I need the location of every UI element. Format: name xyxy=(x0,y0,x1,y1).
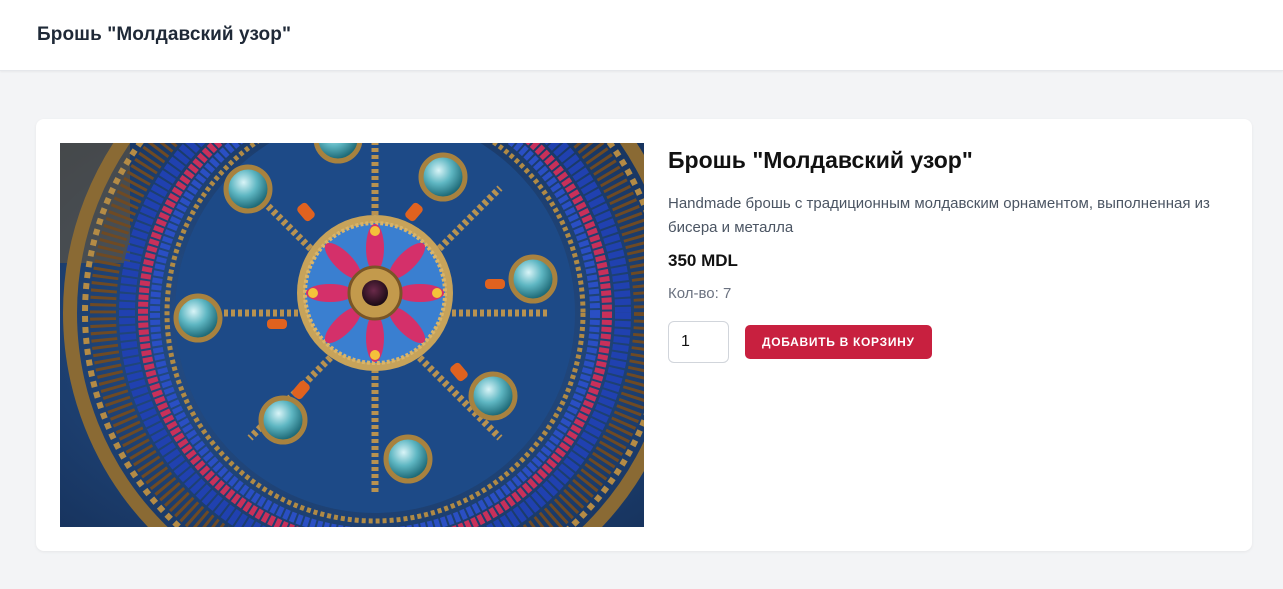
product-info: Брошь "Молдавский узор" Handmade брошь с… xyxy=(644,143,1234,527)
top-bar: Брошь "Молдавский узор" xyxy=(0,0,1283,71)
product-price: 350 MDL xyxy=(668,251,738,270)
product-card: Брошь "Молдавский узор" Handmade брошь с… xyxy=(36,119,1252,551)
product-image xyxy=(60,143,644,527)
add-to-cart-button[interactable]: Добавить в корзину xyxy=(745,325,932,359)
purchase-actions: Добавить в корзину xyxy=(668,321,1234,363)
main-content: Брошь "Молдавский узор" Handmade брошь с… xyxy=(0,71,1283,551)
page-title: Брошь "Молдавский узор" xyxy=(37,24,292,45)
stock-quantity: Кол-во: 7 xyxy=(668,285,732,302)
product-name: Брошь "Молдавский узор" xyxy=(668,147,973,173)
product-description: Handmade брошь с традиционным молдавским… xyxy=(668,195,1210,236)
quantity-input[interactable] xyxy=(668,321,729,363)
brooch-illustration xyxy=(60,143,644,527)
